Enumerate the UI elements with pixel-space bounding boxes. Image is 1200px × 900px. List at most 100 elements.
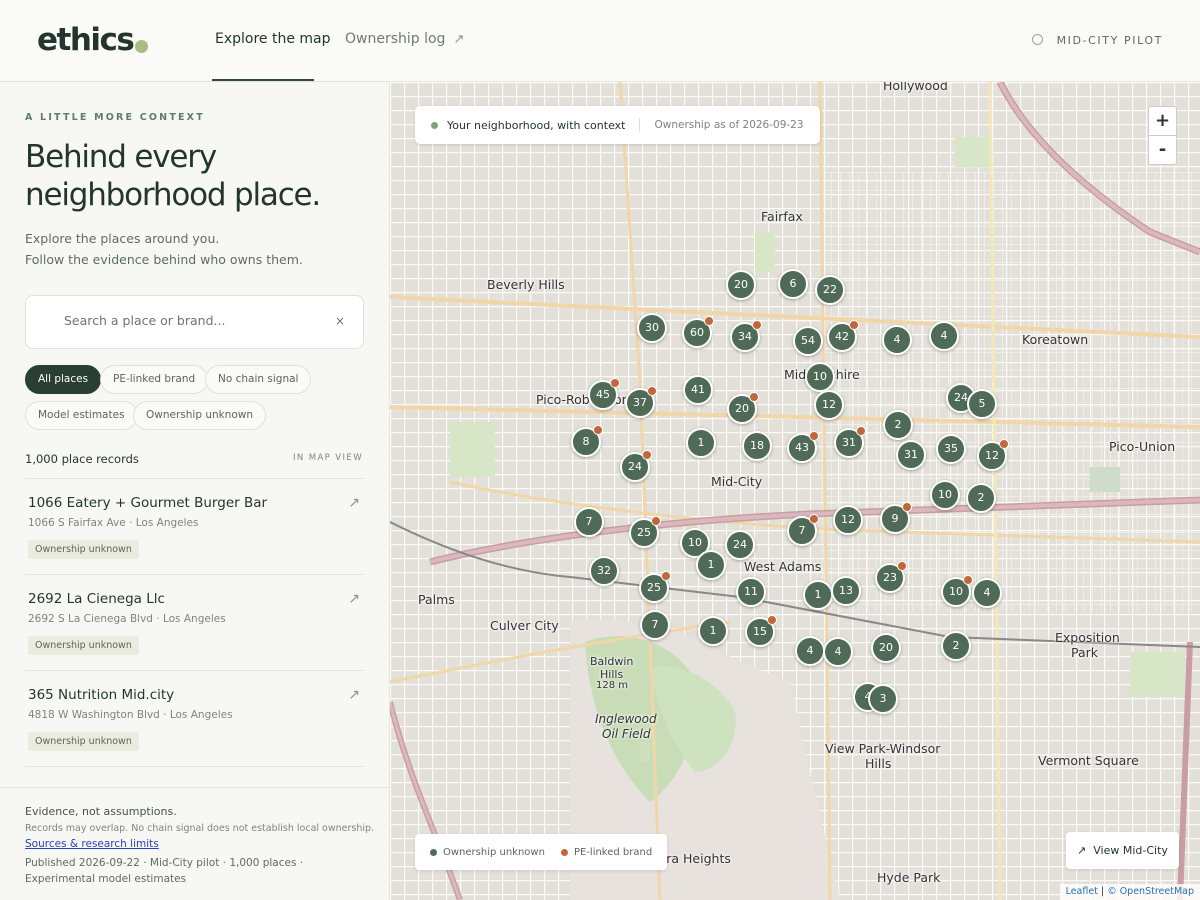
cluster-marker-pe[interactable]: 31 <box>834 426 866 458</box>
open-arrow-icon[interactable]: ↗ <box>348 591 360 607</box>
map-attribution: Leaflet | © OpenStreetMap <box>1059 884 1200 900</box>
cluster-marker[interactable]: 4 <box>795 636 825 666</box>
cluster-marker[interactable]: 20 <box>871 633 901 663</box>
cluster-marker[interactable]: 35 <box>936 434 966 464</box>
cluster-marker[interactable]: 5 <box>967 389 997 419</box>
cluster-marker[interactable]: 18 <box>742 431 772 461</box>
pill-date: Ownership as of 2026-09-23 <box>654 119 804 131</box>
sources-link[interactable]: Sources & research limits <box>25 838 159 850</box>
map-label-pico-union: Pico-Union <box>1109 439 1176 454</box>
cluster-marker[interactable]: 10 <box>805 362 835 392</box>
list-item[interactable]: 1066 Eatery + Gourmet Burger Bar 1066 S … <box>25 479 364 575</box>
external-arrow-icon: ↗ <box>453 32 465 47</box>
cluster-marker-pe[interactable]: 9 <box>880 502 912 534</box>
cluster-marker-pe[interactable]: 25 <box>639 571 671 603</box>
cluster-marker[interactable]: 1 <box>696 550 726 580</box>
zoom-in-button[interactable]: + <box>1149 107 1176 136</box>
cluster-marker[interactable]: 31 <box>896 440 926 470</box>
footer-title: Evidence, not assumptions. <box>25 805 177 818</box>
cluster-marker-pe[interactable]: 37 <box>625 386 657 418</box>
cluster-marker-pe[interactable]: 15 <box>745 615 777 647</box>
cluster-marker-pe[interactable]: 10 <box>941 575 973 607</box>
cluster-marker[interactable]: 4 <box>929 321 959 351</box>
cluster-marker[interactable]: 54 <box>793 326 823 356</box>
cluster-marker[interactable]: 7 <box>574 507 604 537</box>
pe-indicator-icon <box>999 439 1009 449</box>
eyebrow: A LITTLE MORE CONTEXT <box>25 112 205 123</box>
cluster-marker-pe[interactable]: 20 <box>727 392 759 424</box>
logo[interactable]: ethics <box>37 22 135 58</box>
intro-line: Explore the places around you. <box>25 231 220 246</box>
open-arrow-icon[interactable]: ↗ <box>348 687 360 703</box>
divider <box>0 787 389 788</box>
osm-link[interactable]: © OpenStreetMap <box>1107 886 1194 897</box>
pilot-selector[interactable]: MID-CITY PILOT <box>1031 34 1163 47</box>
cluster-marker[interactable]: 3 <box>868 684 898 714</box>
cluster-marker-pe[interactable]: 60 <box>682 316 714 348</box>
records-count: 1,000 place records <box>25 452 139 466</box>
cluster-marker-pe[interactable]: 23 <box>875 561 907 593</box>
tab-explore-map[interactable]: Explore the map <box>215 31 331 47</box>
map-label-beverly-hills: Beverly Hills <box>487 277 565 292</box>
cluster-marker[interactable]: 30 <box>637 313 667 343</box>
map-label-inglewood: Inglewood <box>595 712 657 726</box>
cluster-marker[interactable]: 1 <box>686 428 716 458</box>
cluster-marker[interactable]: 1 <box>803 580 833 610</box>
logo-dot-icon <box>135 40 148 53</box>
map-label-vermont-square: Vermont Square <box>1038 753 1139 768</box>
leaflet-link[interactable]: Leaflet <box>1066 886 1098 897</box>
pe-indicator-icon <box>849 320 859 330</box>
search-input[interactable] <box>64 313 324 328</box>
cluster-marker[interactable]: 20 <box>726 270 756 300</box>
map[interactable]: Hollywood Fairfax Beverly Hills Koreatow… <box>390 82 1200 900</box>
legend-unknown: Ownership unknown <box>443 846 545 858</box>
filter-pe-linked[interactable]: PE-linked brand <box>100 365 209 394</box>
cluster-marker-pe[interactable]: 25 <box>629 516 661 548</box>
cluster-marker[interactable]: 2 <box>966 483 996 513</box>
cluster-marker[interactable]: 13 <box>831 576 861 606</box>
cluster-marker[interactable]: 4 <box>882 325 912 355</box>
cluster-marker-pe[interactable]: 34 <box>730 320 762 352</box>
cluster-marker[interactable]: 24 <box>725 530 755 560</box>
pe-indicator-icon <box>651 516 661 526</box>
clear-search-icon[interactable]: × <box>335 314 345 328</box>
cluster-marker[interactable]: 12 <box>833 505 863 535</box>
cluster-marker[interactable]: 10 <box>930 480 960 510</box>
filter-model-estimates[interactable]: Model estimates <box>25 401 138 430</box>
cluster-marker[interactable]: 12 <box>814 390 844 420</box>
cluster-marker[interactable]: 4 <box>823 637 853 667</box>
map-label-park: Park <box>1071 645 1099 660</box>
zoom-out-button[interactable]: - <box>1149 136 1176 165</box>
cluster-marker-pe[interactable]: 8 <box>571 425 603 457</box>
cluster-marker-pe[interactable]: 12 <box>977 439 1009 471</box>
publication-info: Published 2026-09-22 · Mid-City pilot · … <box>25 857 304 885</box>
cluster-marker[interactable]: 7 <box>640 610 670 640</box>
pe-dot-icon <box>560 848 568 856</box>
list-item[interactable]: 365 Nutrition Mid.city 4818 W Washington… <box>25 671 364 767</box>
filter-all-places[interactable]: All places <box>25 365 102 394</box>
cluster-marker[interactable]: 41 <box>683 375 713 405</box>
view-mid-city-button[interactable]: ↗ View Mid-City <box>1066 832 1179 869</box>
cluster-marker-pe[interactable]: 7 <box>787 514 819 546</box>
cluster-marker-pe[interactable]: 45 <box>588 378 620 410</box>
tab-ownership-log[interactable]: Ownership log ↗ <box>345 31 464 47</box>
pe-indicator-icon <box>963 575 973 585</box>
map-label-koreatown: Koreatown <box>1022 332 1089 347</box>
list-item[interactable]: 2692 La Cienega Llc 2692 S La Cienega Bl… <box>25 575 364 671</box>
cluster-marker[interactable]: 11 <box>736 577 766 607</box>
cluster-marker-pe[interactable]: 42 <box>827 320 859 352</box>
filter-ownership-unknown[interactable]: Ownership unknown <box>133 401 267 430</box>
place-name: 365 Nutrition Mid.city <box>28 687 175 703</box>
filter-no-chain[interactable]: No chain signal <box>205 365 312 394</box>
cluster-marker[interactable]: 4 <box>972 578 1002 608</box>
cluster-marker[interactable]: 22 <box>815 275 845 305</box>
page-title: Behind every neighborhood place. <box>25 139 321 213</box>
cluster-marker-pe[interactable]: 24 <box>620 450 652 482</box>
cluster-marker[interactable]: 2 <box>883 410 913 440</box>
open-arrow-icon[interactable]: ↗ <box>348 495 360 511</box>
cluster-marker[interactable]: 6 <box>778 269 808 299</box>
cluster-marker[interactable]: 2 <box>941 631 971 661</box>
cluster-marker-pe[interactable]: 43 <box>787 431 819 463</box>
cluster-marker[interactable]: 32 <box>589 556 619 586</box>
cluster-marker[interactable]: 1 <box>698 616 728 646</box>
